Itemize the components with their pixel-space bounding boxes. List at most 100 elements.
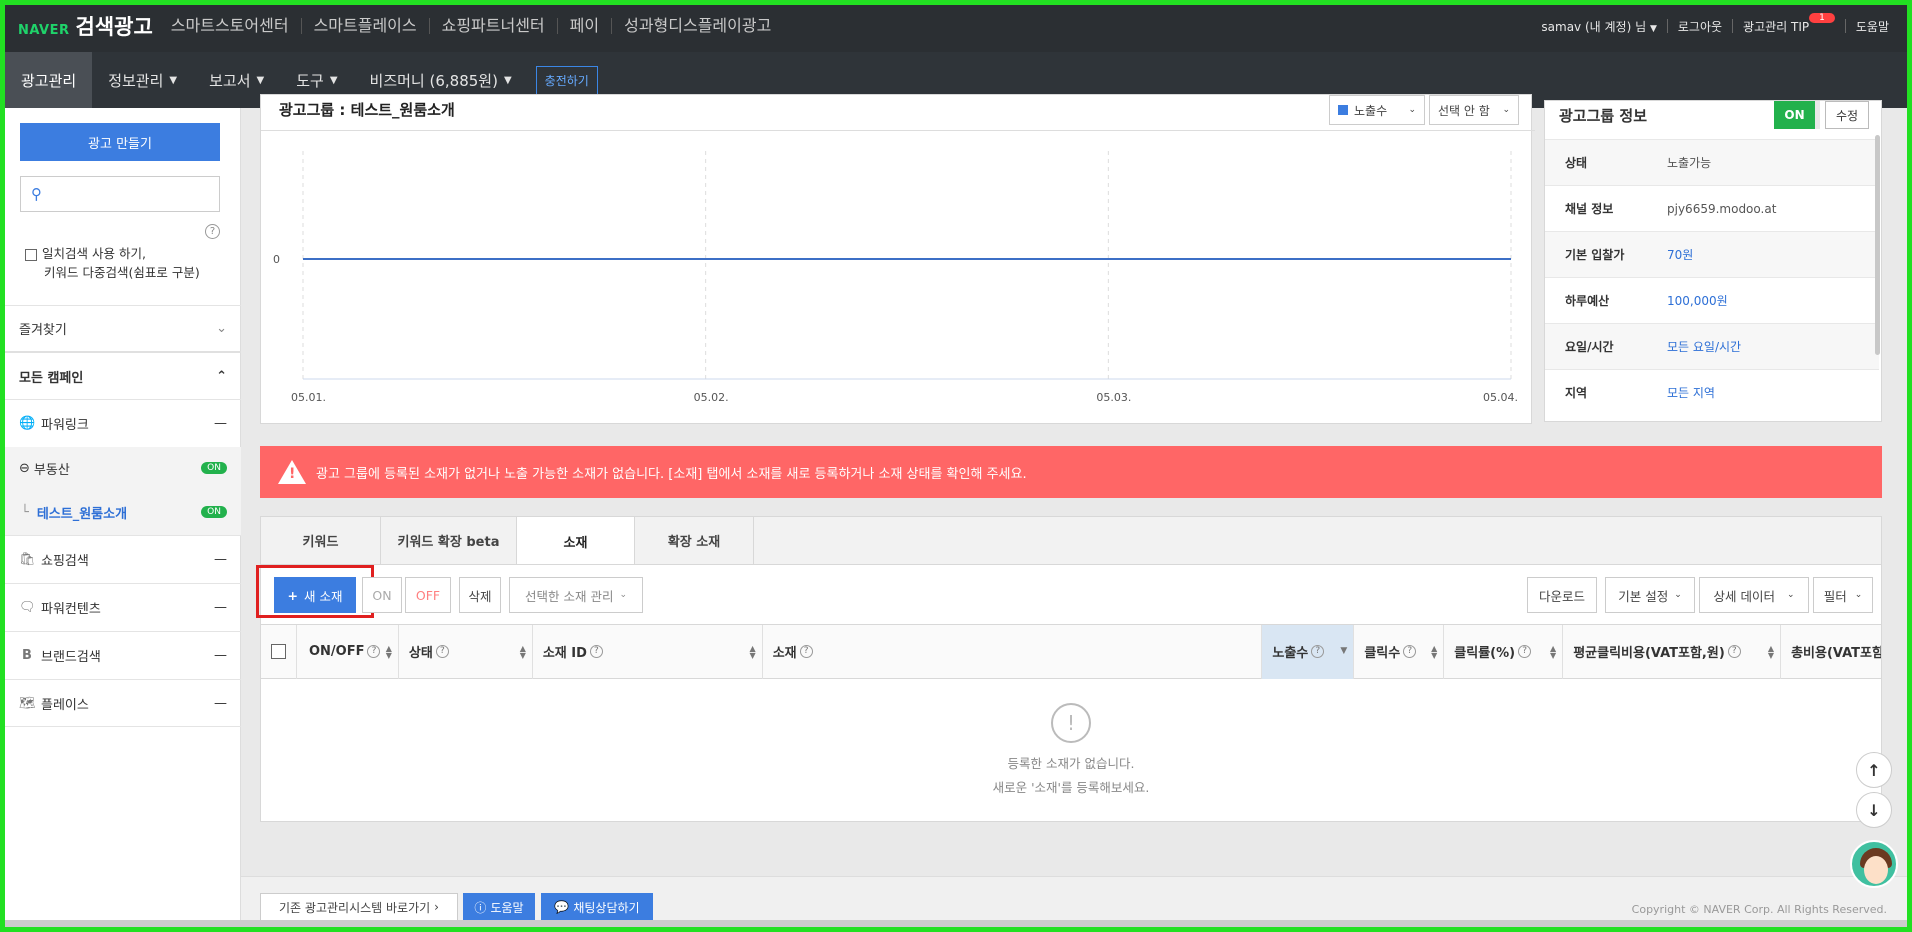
collapse-icon[interactable]: — [214, 696, 227, 711]
nav-ad-manage[interactable]: 광고관리 [5, 52, 93, 108]
nav-info-manage[interactable]: 정보관리 ▼ [92, 52, 193, 108]
col-impressions[interactable]: 노출수? ▼ [1262, 624, 1355, 679]
exact-search-option[interactable]: 일치검색 사용 하기, 키워드 다중검색(쉼표로 구분) [25, 244, 200, 282]
y-tick-label: 0 [273, 253, 280, 266]
help-icon[interactable]: ? [1727, 645, 1741, 658]
sort-desc-icon[interactable]: ▼ [1340, 647, 1347, 656]
detail-data-dropdown[interactable]: 상세 데이터 ⌄ [1699, 577, 1809, 613]
tab-keyword-expansion[interactable]: 키워드 확장 beta [381, 517, 517, 564]
footer-help-label: 도움말 [490, 900, 524, 915]
create-ad-button[interactable]: 광고 만들기 [20, 123, 220, 161]
sort-icon[interactable]: ▲ ▼ [1550, 644, 1556, 659]
col-status[interactable]: 상태? ▲ ▼ [399, 624, 533, 679]
col-clicks[interactable]: 클릭수? ▲ ▼ [1354, 624, 1445, 679]
campaign-place[interactable]: 🗺 플레이스 — [5, 679, 241, 727]
sort-icon[interactable]: ▲ ▼ [1768, 644, 1774, 659]
on-button[interactable]: ON [362, 577, 402, 613]
adgroup-row[interactable]: └ 테스트_원룸소개 ON [5, 489, 241, 535]
col-creative: 소재? [763, 624, 1263, 679]
download-button[interactable]: 다운로드 [1527, 577, 1597, 613]
tab-creative[interactable]: 소재 [517, 517, 635, 565]
help-icon[interactable]: ? [435, 645, 449, 658]
user-menu[interactable]: samav (내 계정) 님 ▼ [1531, 18, 1666, 35]
basic-label: 기본 설정 [1618, 588, 1669, 604]
basic-settings-dropdown[interactable]: 기본 설정 ⌄ [1605, 577, 1695, 613]
all-campaigns-label: 모든 캠페인 [19, 370, 84, 386]
help-icon[interactable]: ? [799, 645, 813, 658]
exact-search-checkbox[interactable] [25, 248, 37, 261]
chevron-down-icon: ⌄ [1786, 590, 1795, 600]
campaign-shopping[interactable]: 🛍 쇼핑검색 — [5, 535, 241, 583]
delete-button[interactable]: 삭제 [459, 577, 501, 613]
info-icon: ⓘ [474, 900, 487, 915]
edit-button[interactable]: 수정 [1825, 101, 1869, 129]
info-row-status: 상태 노출가능 [1545, 139, 1879, 185]
help-link[interactable]: 도움말 [1846, 18, 1907, 35]
info-value[interactable]: 70원 [1667, 246, 1693, 263]
favorites-row[interactable]: 즐겨찾기 ⌄ [5, 305, 241, 351]
help-icon[interactable]: ? [589, 645, 603, 658]
top-nav-display-ad[interactable]: 성과형디스플레이광고 [611, 18, 783, 34]
help-icon[interactable]: ? [367, 645, 381, 658]
col-creative-id[interactable]: 소재 ID? ▲ ▼ [533, 624, 763, 679]
top-nav-shopping-partner[interactable]: 쇼핑파트너센터 [428, 18, 557, 34]
col-ctr[interactable]: 클릭률(%)? ▲ ▼ [1444, 624, 1564, 679]
compare-dropdown[interactable]: 선택 안 함 ⌄ [1429, 95, 1519, 125]
chatbot-avatar[interactable] [1850, 840, 1898, 888]
minus-circle-icon: ⊖ [19, 460, 30, 476]
charge-button[interactable]: 충전하기 [535, 65, 598, 95]
filter-dropdown[interactable]: 필터 ⌄ [1813, 577, 1873, 613]
all-campaigns-row[interactable]: 모든 캠페인 ⌃ [5, 351, 241, 399]
sort-icon[interactable]: ▲ ▼ [520, 644, 526, 659]
help-icon[interactable]: ? [205, 224, 220, 239]
legacy-system-link[interactable]: 기존 광고관리시스템 바로가기 › [260, 893, 458, 921]
shopping-bag-icon: 🛍 [19, 552, 36, 567]
sort-icon[interactable]: ▲ ▼ [1431, 644, 1437, 659]
info-scrollbar[interactable] [1875, 135, 1880, 355]
col-avg-cpc[interactable]: 평균클릭비용(VAT포함,원)? ▲ ▼ [1563, 624, 1782, 679]
collapse-icon[interactable]: — [214, 600, 227, 615]
collapse-icon[interactable]: — [214, 416, 227, 431]
scroll-up-button[interactable]: ↑ [1856, 752, 1892, 788]
search-input[interactable]: ⚲ [20, 176, 220, 212]
brand-logo[interactable]: NAVER 검색광고 [18, 11, 153, 41]
horizontal-scrollbar[interactable] [5, 920, 1907, 927]
help-icon[interactable]: ? [1518, 645, 1532, 658]
collapse-icon[interactable]: — [214, 552, 227, 567]
collapse-icon[interactable]: — [214, 648, 227, 663]
tip-link[interactable]: 광고관리 TIP1 [1733, 12, 1845, 35]
logout-link[interactable]: 로그아웃 [1668, 18, 1732, 35]
metric-dropdown[interactable]: 노출수 ⌄ [1329, 95, 1425, 125]
campaign-powercontents[interactable]: 🗨 파워컨텐츠 — [5, 583, 241, 631]
help-icon[interactable]: ? [1403, 645, 1417, 658]
top-nav-smartplace[interactable]: 스마트플레이스 [300, 18, 429, 34]
campaign-brandsearch[interactable]: B 브랜드검색 — [5, 631, 241, 679]
sort-icon[interactable]: ▲ ▼ [386, 644, 392, 659]
top-nav-pay[interactable]: 페이 [556, 18, 611, 34]
tab-keyword[interactable]: 키워드 [261, 517, 381, 564]
tab-extension[interactable]: 확장 소재 [635, 517, 754, 564]
col-onoff-label: ON/OFF [308, 644, 365, 659]
exclamation-icon: ! [1051, 703, 1091, 743]
campaign-powerlink[interactable]: 🌐 파워링크 — [5, 399, 241, 447]
line-chart: 05.01. 05.02. 05.03. 05.04. 0 [273, 151, 1518, 404]
info-value[interactable]: 모든 요일/시간 [1667, 338, 1741, 355]
highlight-box [256, 565, 374, 618]
footer-help-button[interactable]: ⓘ 도움말 [463, 893, 535, 921]
campaign-realestate[interactable]: ⊖ 부동산 ON [5, 447, 241, 489]
top-nav-smartstore[interactable]: 스마트스토어센터 [159, 18, 301, 34]
sort-icon[interactable]: ▲ ▼ [750, 644, 756, 659]
off-button[interactable]: OFF [405, 577, 451, 613]
globe-icon: 🌐 [19, 416, 36, 431]
col-onoff[interactable]: ON/OFF? ▲ ▼ [297, 624, 399, 679]
col-total-cost[interactable]: 총비용(VAT포함,원 [1781, 625, 1881, 679]
info-value[interactable]: 모든 지역 [1667, 384, 1715, 401]
help-icon[interactable]: ? [1311, 645, 1325, 658]
manage-selected-dropdown[interactable]: 선택한 소재 관리 ⌄ [509, 577, 643, 613]
scroll-down-button[interactable]: ↓ [1856, 792, 1892, 828]
select-all-checkbox[interactable] [271, 644, 286, 659]
chat-consult-button[interactable]: 💬 채팅상담하기 [541, 893, 653, 921]
info-value[interactable]: 100,000원 [1667, 292, 1728, 309]
on-toggle[interactable]: ON [1774, 101, 1820, 129]
metric-dropdown-label: 노출수 [1354, 103, 1388, 118]
